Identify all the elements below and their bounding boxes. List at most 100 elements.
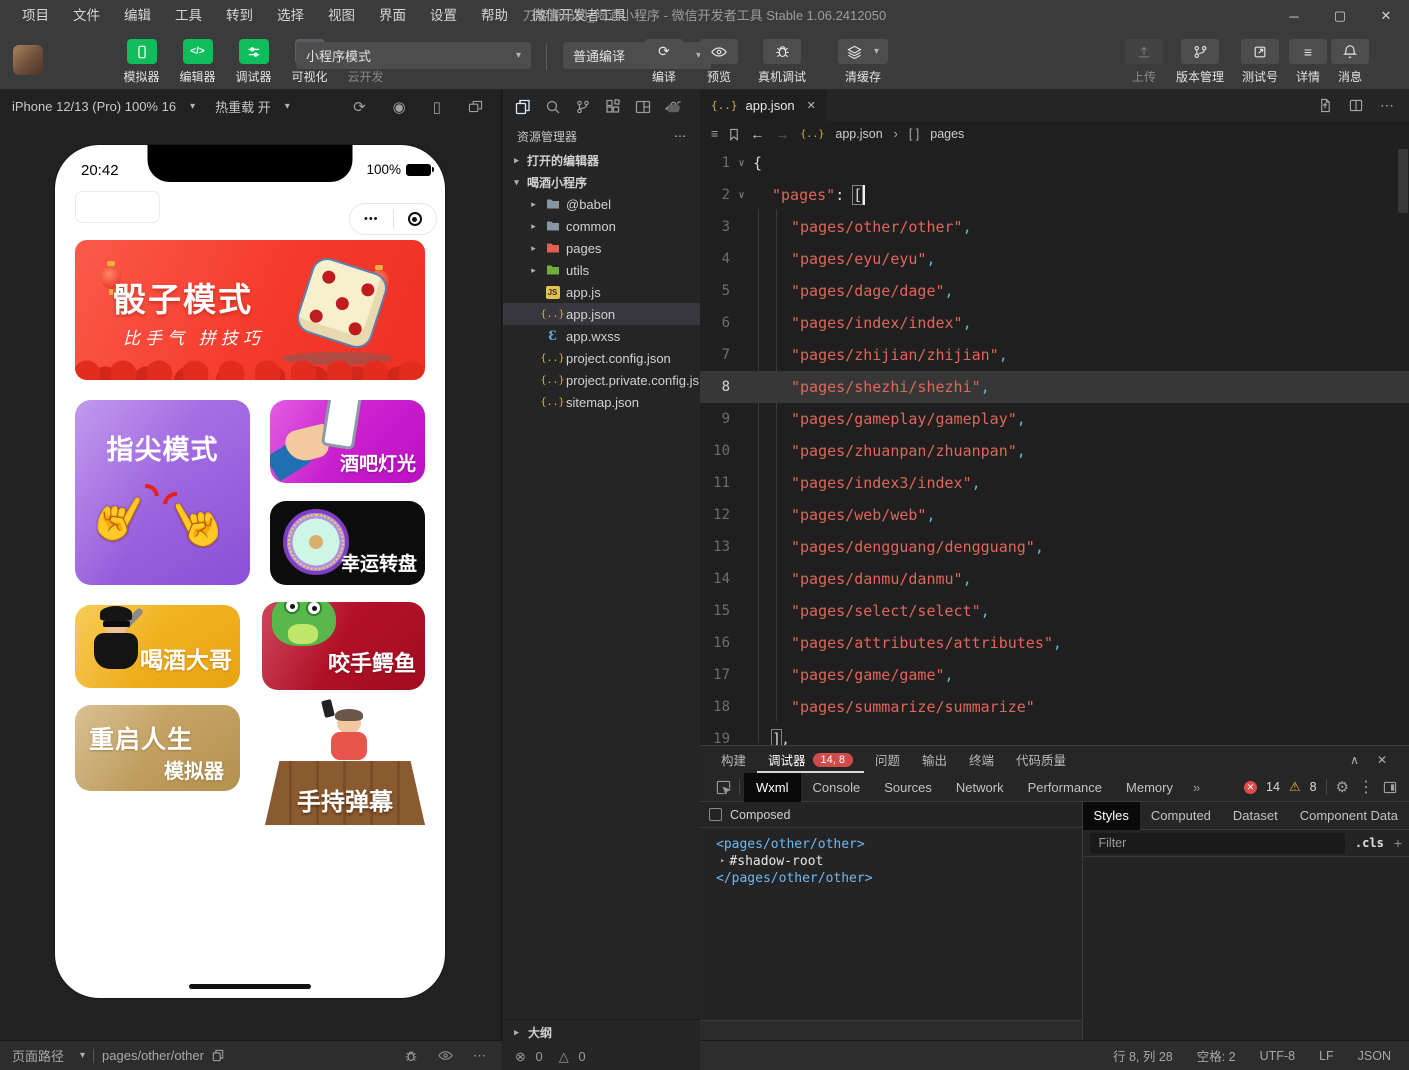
tab-app-json[interactable]: {..} app.json ✕ (700, 90, 827, 121)
editor-toggle[interactable]: </> 编辑器 (174, 39, 221, 85)
dock-side-icon[interactable] (1383, 781, 1397, 794)
menu-item-2[interactable]: 编辑 (112, 0, 163, 32)
preview-button[interactable]: 预览 (700, 39, 738, 85)
debug-panel-tab-5[interactable]: 代码质量 (1005, 746, 1077, 773)
simulator-toggle[interactable]: 模拟器 (118, 39, 165, 85)
filter-input[interactable]: Filter (1090, 833, 1345, 854)
menu-item-0[interactable]: 项目 (10, 0, 61, 32)
devtools-tab-wxml[interactable]: Wxml (744, 773, 801, 802)
capsule-more-icon[interactable]: ••• (350, 213, 393, 225)
add-style-icon[interactable]: + (1394, 835, 1402, 851)
details-button[interactable]: ≡ 详情 (1288, 39, 1328, 85)
code-line-4[interactable]: 4"pages/eyu/eyu", (700, 243, 1409, 275)
menu-item-1[interactable]: 文件 (61, 0, 112, 32)
devtools-tab-console[interactable]: Console (801, 773, 873, 802)
menu-item-8[interactable]: 设置 (418, 0, 469, 32)
devtools-tab-sources[interactable]: Sources (872, 773, 944, 802)
debugger-toggle[interactable]: 调试器 (230, 39, 277, 85)
menu-item-5[interactable]: 选择 (265, 0, 316, 32)
close-tab-icon[interactable]: ✕ (807, 99, 816, 112)
code-line-18[interactable]: 18"pages/summarize/summarize" (700, 691, 1409, 723)
code-line-9[interactable]: 9"pages/gameplay/gameplay", (700, 403, 1409, 435)
code-line-7[interactable]: 7"pages/zhijian/zhijian", (700, 339, 1409, 371)
menu-item-3[interactable]: 工具 (163, 0, 214, 32)
minimize-button[interactable]: ─ (1271, 0, 1317, 32)
composed-checkbox[interactable] (709, 808, 722, 821)
stop-icon[interactable]: ◉ (393, 98, 406, 116)
devtools-tab-network[interactable]: Network (944, 773, 1016, 802)
code-editor[interactable]: 1∨{2∨"pages": [3"pages/other/other",4"pa… (700, 147, 1409, 745)
phone-frame-icon[interactable]: ▯ (433, 98, 441, 116)
tile-fingertip-mode[interactable]: 指尖模式 ☝ ☝ (75, 400, 250, 585)
cls-toggle[interactable]: .cls (1355, 836, 1384, 850)
wxml-shadow-root[interactable]: ▸ #shadow-root (716, 853, 1082, 870)
tile-drinking-bro[interactable]: 喝酒大哥 (75, 605, 240, 688)
more-icon[interactable]: ⋯ (1380, 97, 1394, 114)
phone-simulator[interactable]: 20:42 100% ••• 骰子模式 比手气 拼技巧 指尖模式 ☝ ☝ (55, 145, 445, 998)
file-app.wxss[interactable]: 3app.wxss (503, 325, 700, 347)
wxml-open-tag[interactable]: <pages/other/other> (716, 836, 1082, 853)
composed-option[interactable]: Composed (700, 802, 1082, 828)
section-project[interactable]: ▾喝酒小程序 (503, 171, 700, 193)
messages-button[interactable]: 消息 (1330, 39, 1370, 85)
maximize-button[interactable]: ▢ (1317, 0, 1363, 32)
wxml-tree[interactable]: <pages/other/other> ▸ #shadow-root </pag… (700, 828, 1082, 1020)
devtools-tab-performance[interactable]: Performance (1016, 773, 1114, 802)
more-icon[interactable]: ⋯ (674, 129, 686, 143)
version-control-button[interactable]: 版本管理 (1168, 39, 1232, 85)
problem-counts[interactable]: ⊗ 0 △ 0 (503, 1044, 700, 1070)
back-icon[interactable]: ← (750, 126, 764, 142)
dice-mode-banner[interactable]: 骰子模式 比手气 拼技巧 (75, 240, 425, 380)
breadcrumb-node[interactable]: pages (930, 127, 964, 141)
forward-icon[interactable]: → (775, 126, 789, 142)
copy-icon[interactable] (212, 1049, 224, 1062)
code-line-11[interactable]: 11"pages/index3/index", (700, 467, 1409, 499)
test-account-button[interactable]: 测试号 (1236, 39, 1284, 85)
more-vertical-icon[interactable]: ⋮ (1358, 777, 1374, 797)
code-line-8[interactable]: 8"pages/shezhi/shezhi", (700, 371, 1409, 403)
code-line-14[interactable]: 14"pages/danmu/danmu", (700, 563, 1409, 595)
code-line-19[interactable]: 19], (700, 723, 1409, 745)
language-mode[interactable]: JSON (1358, 1049, 1391, 1063)
close-panel-icon[interactable]: ✕ (1377, 753, 1387, 767)
file-utils[interactable]: ▸utils (503, 259, 700, 281)
menu-item-6[interactable]: 视图 (316, 0, 367, 32)
cursor-position[interactable]: 行 8, 列 28 (1113, 1046, 1173, 1065)
bookmark-icon[interactable] (729, 128, 739, 141)
wxml-close-tag[interactable]: </pages/other/other> (716, 870, 1082, 887)
file-@babel[interactable]: ▸@babel (503, 193, 700, 215)
code-line-6[interactable]: 6"pages/index/index", (700, 307, 1409, 339)
file-sitemap.json[interactable]: {..}sitemap.json (503, 391, 700, 413)
compile-button[interactable]: ⟳ 编译 (645, 39, 683, 85)
detach-window-icon[interactable] (468, 100, 483, 113)
outline-section[interactable]: ▸ 大纲 (503, 1020, 700, 1044)
section-open-editors[interactable]: ▸打开的编辑器 (503, 149, 700, 171)
collapse-panel-icon[interactable]: ∧ (1350, 753, 1359, 767)
debug-panel-tab-3[interactable]: 输出 (911, 746, 958, 773)
code-line-1[interactable]: 1∨{ (700, 147, 1409, 179)
upload-button[interactable]: 上传 (1122, 39, 1166, 85)
extensions-icon[interactable] (605, 99, 621, 115)
window-layout-icon[interactable] (635, 99, 651, 115)
code-line-2[interactable]: 2∨"pages": [ (700, 179, 1409, 211)
capsule-exit-icon[interactable] (394, 212, 437, 226)
menu-item-7[interactable]: 界面 (367, 0, 418, 32)
more-icon[interactable]: ⋯ (473, 1048, 486, 1064)
debug-panel-tab-0[interactable]: 构建 (710, 746, 757, 773)
split-editor-icon[interactable] (1349, 99, 1363, 112)
code-line-5[interactable]: 5"pages/dage/dage", (700, 275, 1409, 307)
encoding[interactable]: UTF-8 (1260, 1049, 1295, 1063)
menu-item-10[interactable]: 微信开发者工具 (520, 0, 639, 32)
compile-mode-select[interactable]: 普通编译 ▾ (563, 42, 711, 69)
tile-bar-lights[interactable]: 酒吧灯光 (270, 400, 425, 483)
devtools-tab-memory[interactable]: Memory (1114, 773, 1185, 802)
fold-icon[interactable]: ∨ (730, 190, 753, 201)
code-line-16[interactable]: 16"pages/attributes/attributes", (700, 627, 1409, 659)
file-app.json[interactable]: {..}app.json (503, 303, 700, 325)
page-path-label[interactable]: 页面路径 (12, 1046, 64, 1065)
debug-panel-tab-4[interactable]: 终端 (958, 746, 1005, 773)
eye-icon[interactable] (438, 1050, 453, 1061)
code-line-15[interactable]: 15"pages/select/select", (700, 595, 1409, 627)
miniprogram-capsule[interactable]: ••• (349, 203, 437, 235)
file-project.private.config.js...[interactable]: {..}project.private.config.js... (503, 369, 700, 391)
